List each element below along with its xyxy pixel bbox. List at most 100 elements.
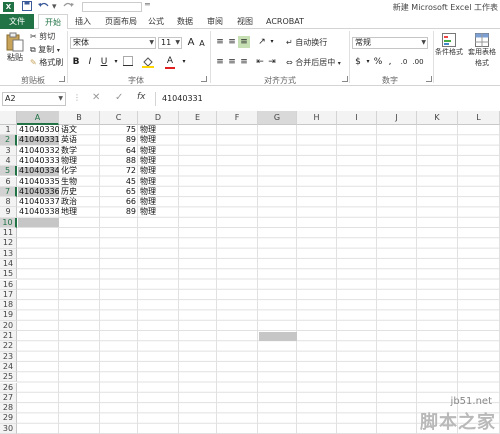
- align-bottom-icon[interactable]: ≡: [238, 36, 250, 48]
- copy-button[interactable]: ⧉ 复制 ▾: [30, 44, 60, 56]
- row-header-20[interactable]: 20: [0, 320, 17, 331]
- row-header-9[interactable]: 9: [0, 207, 17, 218]
- column-header-f[interactable]: F: [217, 111, 258, 125]
- conditional-format-button[interactable]: 条件格式: [434, 33, 464, 58]
- cell-a5[interactable]: 41040334: [17, 166, 59, 176]
- row-header-28[interactable]: 28: [0, 403, 17, 414]
- column-header-c[interactable]: C: [100, 111, 138, 125]
- row-header-16[interactable]: 16: [0, 279, 17, 290]
- row-header-24[interactable]: 24: [0, 361, 17, 373]
- chevron-down-icon[interactable]: ▾: [178, 56, 190, 68]
- column-header-d[interactable]: D: [138, 111, 179, 125]
- underline-button[interactable]: U: [98, 56, 110, 68]
- cell-a4[interactable]: 41040333: [17, 156, 59, 166]
- cell-a3[interactable]: 41040332: [17, 146, 59, 156]
- row-header-26[interactable]: 26: [0, 382, 17, 393]
- column-header-k[interactable]: K: [417, 111, 458, 125]
- cell-b8[interactable]: 政治: [59, 197, 100, 207]
- cancel-icon[interactable]: ✕: [92, 92, 100, 103]
- cell-c5[interactable]: 72: [100, 166, 138, 176]
- row-header-19[interactable]: 19: [0, 310, 17, 321]
- cell-b9[interactable]: 地理: [59, 207, 100, 217]
- comma-button[interactable]: ,: [384, 56, 396, 68]
- cell-d4[interactable]: 物理: [138, 156, 179, 166]
- row-header-7[interactable]: 7: [0, 186, 17, 198]
- chevron-down-icon[interactable]: ▾: [52, 1, 57, 13]
- save-icon[interactable]: [22, 1, 32, 13]
- row-header-30[interactable]: 30: [0, 423, 17, 434]
- selected-cell[interactable]: [18, 218, 59, 228]
- italic-button[interactable]: I: [84, 56, 96, 68]
- row-header-14[interactable]: 14: [0, 258, 17, 270]
- cut-button[interactable]: ✂ 剪切: [30, 31, 55, 42]
- decrease-indent-icon[interactable]: ⇤: [254, 56, 266, 68]
- align-left-icon[interactable]: ≡: [214, 56, 226, 68]
- redo-icon[interactable]: [62, 1, 74, 13]
- number-launcher-icon[interactable]: [426, 76, 432, 82]
- row-header-18[interactable]: 18: [0, 300, 17, 311]
- cell-a9[interactable]: 41040338: [17, 207, 59, 217]
- borders-icon[interactable]: [122, 56, 134, 70]
- paste-button[interactable]: 粘贴: [4, 32, 26, 63]
- align-middle-icon[interactable]: ≡: [226, 36, 238, 48]
- row-header-1[interactable]: 1: [0, 125, 17, 136]
- row-header-4[interactable]: 4: [0, 155, 17, 167]
- row-header-21[interactable]: 21: [0, 331, 17, 342]
- font-size-select[interactable]: 11 ▼: [158, 37, 182, 49]
- merge-center-button[interactable]: ⇔ 合并后居中 ▾: [286, 57, 341, 69]
- column-header-a[interactable]: A: [17, 111, 59, 125]
- row-header-23[interactable]: 23: [0, 351, 17, 362]
- tab-data[interactable]: 数据: [174, 14, 196, 29]
- enter-icon[interactable]: ✓: [115, 92, 123, 103]
- cell-d1[interactable]: 物理: [138, 125, 179, 135]
- tab-review[interactable]: 审阅: [204, 14, 226, 29]
- column-header-e[interactable]: E: [179, 111, 217, 125]
- cell-b5[interactable]: 化学: [59, 166, 100, 176]
- row-header-8[interactable]: 8: [0, 197, 17, 208]
- increase-indent-icon[interactable]: ⇥: [266, 56, 278, 68]
- customize-qat-icon[interactable]: ═: [145, 0, 150, 9]
- alignment-launcher-icon[interactable]: [342, 76, 348, 82]
- chevron-down-icon[interactable]: ▾: [110, 56, 122, 68]
- tab-page-layout[interactable]: 页面布局: [100, 14, 142, 29]
- column-header-i[interactable]: I: [337, 111, 377, 125]
- cell-d9[interactable]: 物理: [138, 207, 179, 217]
- cell-d3[interactable]: 物理: [138, 146, 179, 156]
- cell-d8[interactable]: 物理: [138, 197, 179, 207]
- cell-c4[interactable]: 88: [100, 156, 138, 166]
- font-launcher-icon[interactable]: [201, 76, 207, 82]
- row-header-27[interactable]: 27: [0, 392, 17, 404]
- cell-c3[interactable]: 64: [100, 146, 138, 156]
- bold-button[interactable]: B: [70, 56, 82, 68]
- insert-function-button[interactable]: fx: [137, 92, 146, 102]
- undo-icon[interactable]: [38, 1, 50, 13]
- row-header-29[interactable]: 29: [0, 413, 17, 424]
- cell-c2[interactable]: 89: [100, 135, 138, 145]
- row-header-17[interactable]: 17: [0, 289, 17, 301]
- cell-c1[interactable]: 75: [100, 125, 138, 135]
- tab-insert[interactable]: 插入: [70, 14, 96, 29]
- row-header-6[interactable]: 6: [0, 176, 17, 187]
- tab-file[interactable]: 文件: [0, 14, 34, 29]
- cell-a6[interactable]: 41040335: [17, 177, 59, 187]
- tab-view[interactable]: 视图: [234, 14, 256, 29]
- name-box[interactable]: A2 ▼: [2, 92, 66, 106]
- row-header-11[interactable]: 11: [0, 228, 17, 239]
- cell-b2[interactable]: 英语: [59, 135, 100, 145]
- cell-c8[interactable]: 66: [100, 197, 138, 207]
- row-header-15[interactable]: 15: [0, 269, 17, 280]
- cell-d7[interactable]: 物理: [138, 187, 179, 197]
- fill-color-icon[interactable]: [142, 56, 154, 72]
- column-header-l[interactable]: L: [458, 111, 500, 125]
- select-all-corner[interactable]: [0, 111, 17, 125]
- cell-a1[interactable]: 41040330: [17, 125, 59, 135]
- cell-b6[interactable]: 生物: [59, 177, 100, 187]
- cell-c9[interactable]: 89: [100, 207, 138, 217]
- column-header-g[interactable]: G: [258, 111, 297, 125]
- row-header-25[interactable]: 25: [0, 372, 17, 383]
- tab-formulas[interactable]: 公式: [146, 14, 166, 29]
- cell-b1[interactable]: 语文: [59, 125, 100, 135]
- cell-c6[interactable]: 45: [100, 177, 138, 187]
- format-painter-button[interactable]: ✎ 格式刷: [30, 57, 63, 68]
- cell-a7[interactable]: 41040336: [17, 187, 59, 197]
